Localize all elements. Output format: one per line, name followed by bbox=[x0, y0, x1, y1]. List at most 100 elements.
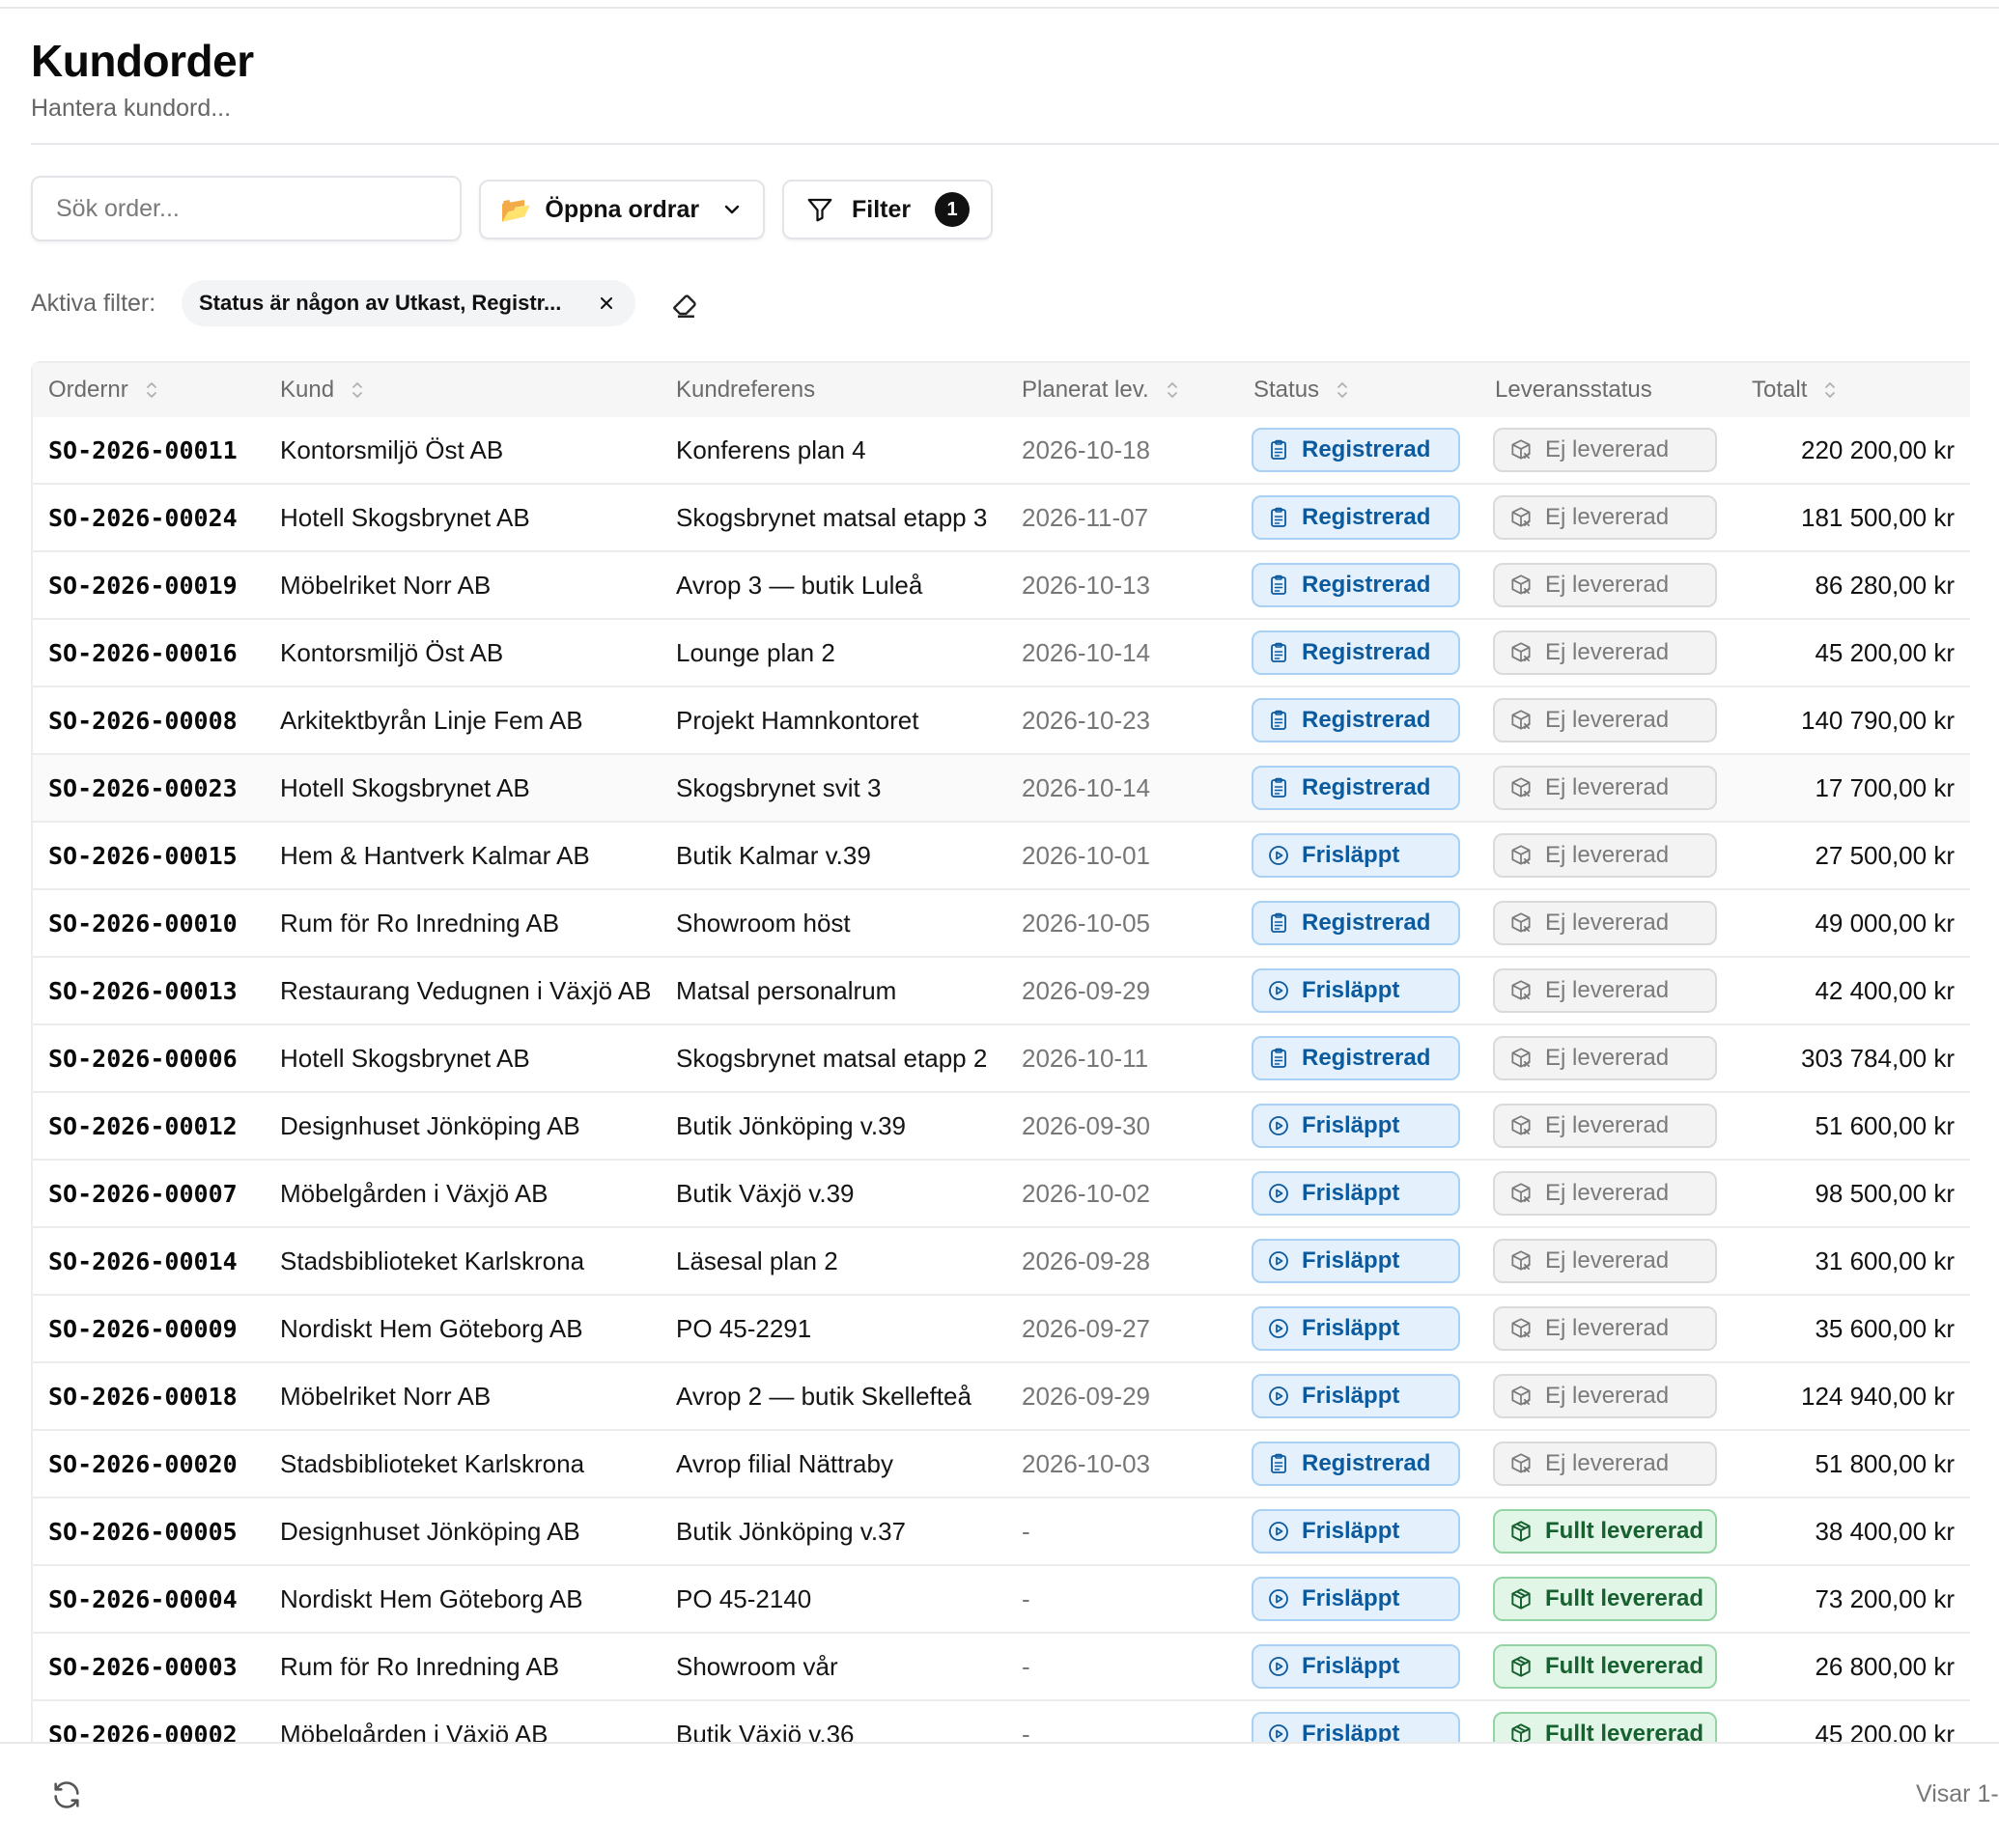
delivery-status-badge: Ej levererad bbox=[1493, 968, 1717, 1013]
table-row[interactable]: SO-2026-00023 Hotell Skogsbrynet AB Skogsb… bbox=[33, 754, 1970, 823]
order-number[interactable]: SO-2026-00003 bbox=[33, 1653, 265, 1681]
clipboard-icon bbox=[1267, 1452, 1290, 1475]
sort-icon bbox=[1335, 379, 1350, 401]
order-number[interactable]: SO-2026-00012 bbox=[33, 1112, 265, 1140]
order-total: 73 200,00 kr bbox=[1815, 1583, 1955, 1613]
clipboard-icon bbox=[1267, 911, 1290, 935]
order-total: 17 700,00 kr bbox=[1815, 772, 1955, 802]
status-badge: Frisläppt bbox=[1252, 1577, 1460, 1621]
package-x-icon bbox=[1508, 1046, 1534, 1071]
status-badge: Frisläppt bbox=[1252, 1104, 1460, 1148]
table-row[interactable]: SO-2026-00020 Stadsbiblioteket Karlskrona… bbox=[33, 1430, 1970, 1498]
order-number[interactable]: SO-2026-00008 bbox=[33, 707, 265, 735]
status-badge: Frisläppt bbox=[1252, 1644, 1460, 1689]
order-number[interactable]: SO-2026-00005 bbox=[33, 1518, 265, 1546]
play-circle-icon bbox=[1267, 1249, 1290, 1273]
clipboard-icon bbox=[1267, 574, 1290, 597]
customer-name: Designhuset Jönköping AB bbox=[280, 1110, 580, 1140]
package-x-icon bbox=[1508, 1248, 1534, 1274]
order-number[interactable]: SO-2026-00014 bbox=[33, 1247, 265, 1275]
table-row[interactable]: SO-2026-00006 Hotell Skogsbrynet AB Skogsb… bbox=[33, 1024, 1970, 1093]
order-number[interactable]: SO-2026-00023 bbox=[33, 774, 265, 802]
planned-delivery-date: 2026-09-30 bbox=[1022, 1110, 1150, 1140]
table-row[interactable]: SO-2026-00024 Hotell Skogsbrynet AB Skogsb… bbox=[33, 484, 1970, 552]
customer-name: Arkitektbyrån Linje Fem AB bbox=[280, 705, 583, 735]
clipboard-icon bbox=[1267, 1047, 1290, 1070]
play-circle-icon bbox=[1267, 1587, 1290, 1610]
play-circle-icon bbox=[1267, 1114, 1290, 1137]
table-row[interactable]: SO-2026-00014 Stadsbiblioteket Karlskrona… bbox=[33, 1227, 1970, 1296]
table-row[interactable]: SO-2026-00009 Nordiskt Hem Göteborg AB PO … bbox=[33, 1295, 1970, 1363]
eraser-icon[interactable] bbox=[668, 288, 701, 321]
customer-name: Möbelriket Norr AB bbox=[280, 570, 492, 600]
order-number[interactable]: SO-2026-00004 bbox=[33, 1585, 265, 1613]
order-total: 26 800,00 kr bbox=[1815, 1651, 1955, 1681]
customer-name: Rum för Ro Inredning AB bbox=[280, 1651, 560, 1681]
toolbar: 📂 Öppna ordrar Filter 1 bbox=[31, 176, 1999, 245]
active-filters-label: Aktiva filter: bbox=[31, 290, 156, 317]
table-row[interactable]: SO-2026-00018 Möbelriket Norr AB Avrop 2 —… bbox=[33, 1362, 1970, 1431]
play-circle-icon bbox=[1267, 1655, 1290, 1678]
column-header-kund[interactable]: Kund bbox=[265, 363, 661, 417]
table-footer: Visar 1- bbox=[0, 1742, 1999, 1848]
table-row[interactable]: SO-2026-00016 Kontorsmiljö Öst AB Lounge p… bbox=[33, 619, 1970, 687]
close-icon[interactable] bbox=[597, 294, 616, 313]
order-number[interactable]: SO-2026-00024 bbox=[33, 504, 265, 532]
customer-name: Designhuset Jönköping AB bbox=[280, 1516, 580, 1546]
refresh-icon[interactable] bbox=[50, 1778, 83, 1811]
table-row[interactable]: SO-2026-00011 Kontorsmiljö Öst AB Konferen… bbox=[33, 417, 1970, 485]
column-header-totalt[interactable]: Totalt bbox=[1736, 363, 1970, 417]
play-circle-icon bbox=[1267, 1182, 1290, 1205]
table-row[interactable]: SO-2026-00005 Designhuset Jönköping AB But… bbox=[33, 1498, 1970, 1566]
delivery-status-badge: Ej levererad bbox=[1493, 698, 1717, 742]
table-row[interactable]: SO-2026-00012 Designhuset Jönköping AB But… bbox=[33, 1092, 1970, 1161]
planned-delivery-date: 2026-10-13 bbox=[1022, 570, 1150, 600]
order-number[interactable]: SO-2026-00011 bbox=[33, 436, 265, 464]
planned-delivery-date: 2026-10-14 bbox=[1022, 772, 1150, 802]
table-row[interactable]: SO-2026-00007 Möbelgården i Växjö AB Butik… bbox=[33, 1160, 1970, 1228]
order-total: 27 500,00 kr bbox=[1815, 840, 1955, 870]
package-x-icon bbox=[1508, 1451, 1534, 1476]
order-number[interactable]: SO-2026-00018 bbox=[33, 1383, 265, 1411]
table-row[interactable]: SO-2026-00013 Restaurang Vedugnen i Växjö… bbox=[33, 957, 1970, 1025]
order-number[interactable]: SO-2026-00006 bbox=[33, 1045, 265, 1073]
clipboard-icon bbox=[1267, 641, 1290, 664]
clipboard-icon bbox=[1267, 776, 1290, 799]
order-number[interactable]: SO-2026-00007 bbox=[33, 1180, 265, 1208]
order-total: 51 600,00 kr bbox=[1815, 1110, 1955, 1140]
column-header-planerat-lev[interactable]: Planerat lev. bbox=[1006, 363, 1238, 417]
order-number[interactable]: SO-2026-00009 bbox=[33, 1315, 265, 1343]
order-number[interactable]: SO-2026-00016 bbox=[33, 639, 265, 667]
delivery-status-badge: Ej levererad bbox=[1493, 1171, 1717, 1216]
table-row[interactable]: SO-2026-00003 Rum för Ro Inredning AB Show… bbox=[33, 1633, 1970, 1701]
column-header-ordernr[interactable]: Ordernr bbox=[33, 363, 265, 417]
planned-delivery-date: 2026-09-28 bbox=[1022, 1246, 1150, 1275]
play-circle-icon bbox=[1267, 979, 1290, 1002]
clipboard-icon bbox=[1267, 709, 1290, 732]
package-x-icon bbox=[1508, 1113, 1534, 1138]
filter-button[interactable]: Filter 1 bbox=[782, 180, 993, 239]
customer-reference: Projekt Hamnkontoret bbox=[676, 705, 919, 735]
order-number[interactable]: SO-2026-00020 bbox=[33, 1450, 265, 1478]
customer-reference: Avrop filial Nättraby bbox=[676, 1448, 893, 1478]
order-number[interactable]: SO-2026-00015 bbox=[33, 842, 265, 870]
customer-name: Nordiskt Hem Göteborg AB bbox=[280, 1583, 583, 1613]
status-badge: Frisläppt bbox=[1252, 968, 1460, 1013]
order-number[interactable]: SO-2026-00013 bbox=[33, 977, 265, 1005]
column-header-status[interactable]: Status bbox=[1238, 363, 1479, 417]
table-row[interactable]: SO-2026-00010 Rum för Ro Inredning AB Show… bbox=[33, 889, 1970, 958]
table-row[interactable]: SO-2026-00015 Hem & Hantverk Kalmar AB But… bbox=[33, 822, 1970, 890]
filter-chip-status[interactable]: Status är någon av Utkast, Registr... bbox=[182, 280, 635, 326]
table-row[interactable]: SO-2026-00019 Möbelriket Norr AB Avrop 3 —… bbox=[33, 551, 1970, 620]
delivery-status-badge: Ej levererad bbox=[1493, 1442, 1717, 1486]
order-number[interactable]: SO-2026-00019 bbox=[33, 572, 265, 600]
saved-view-dropdown[interactable]: 📂 Öppna ordrar bbox=[479, 180, 765, 239]
package-x-icon bbox=[1508, 1316, 1534, 1341]
search-input[interactable] bbox=[31, 176, 462, 241]
order-number[interactable]: SO-2026-00010 bbox=[33, 910, 265, 938]
delivery-status-badge: Ej levererad bbox=[1493, 1036, 1717, 1080]
delivery-status-badge: Ej levererad bbox=[1493, 1374, 1717, 1418]
customer-reference: Showroom vår bbox=[676, 1651, 838, 1681]
table-row[interactable]: SO-2026-00004 Nordiskt Hem Göteborg AB PO … bbox=[33, 1565, 1970, 1634]
table-row[interactable]: SO-2026-00008 Arkitektbyrån Linje Fem AB P… bbox=[33, 686, 1970, 755]
